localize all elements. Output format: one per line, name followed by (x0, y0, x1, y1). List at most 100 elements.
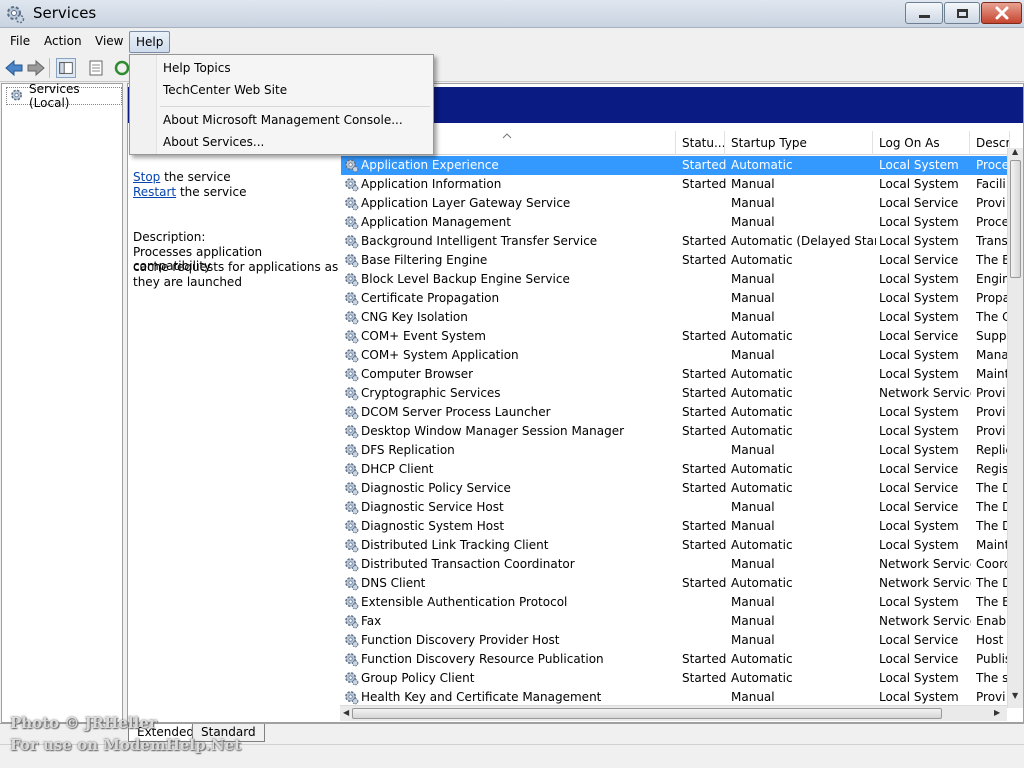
description-label: Description: (133, 230, 206, 244)
console-tree-icon[interactable] (56, 58, 76, 78)
service-startup-type: Automatic (731, 538, 793, 552)
service-row[interactable]: Application Management Manual Local System… (341, 213, 1008, 232)
gear-icon (345, 235, 359, 249)
service-row[interactable]: Background Intelligent Transfer Service S… (341, 232, 1008, 251)
menu-item-help-topics[interactable]: Help Topics (163, 58, 428, 78)
menu-action[interactable]: Action (38, 31, 88, 53)
vertical-scroll-thumb[interactable] (1010, 160, 1021, 278)
service-row[interactable]: Diagnostic System Host Started Manual Local… (341, 517, 1008, 536)
service-row[interactable]: Block Level Backup Engine Service Manual L… (341, 270, 1008, 289)
service-startup-type: Manual (731, 557, 775, 571)
service-row[interactable]: Function Discovery Provider Host Manual Lo… (341, 631, 1007, 650)
service-status: Started (682, 538, 727, 552)
close-icon (995, 6, 1008, 20)
gear-icon (345, 368, 359, 382)
services-pane: Stop the service Restart the service Des… (127, 83, 1024, 723)
gear-icon (345, 425, 359, 439)
service-log-on-as: Local Service (879, 196, 959, 210)
service-log-on-as: Local System (879, 595, 959, 609)
service-row[interactable]: COM+ System Application Manual Local Syste… (341, 346, 1008, 365)
service-startup-type: Manual (731, 614, 775, 628)
menu-item-techcenter-web-site[interactable]: TechCenter Web Site (163, 80, 428, 100)
service-name: DFS Replication (361, 443, 455, 457)
service-row[interactable]: Fax Manual Network Service Enabl (341, 612, 1008, 631)
horizontal-scroll-thumb[interactable] (352, 708, 942, 719)
maximize-button[interactable] (944, 2, 980, 24)
stop-service-link[interactable]: Stop (133, 170, 160, 184)
service-row[interactable]: Extensible Authentication Protocol Manual… (341, 593, 1008, 612)
service-row[interactable]: Base Filtering Engine Started Automatic Loc… (341, 251, 1008, 270)
service-row[interactable]: Application Information Started Manual Loca… (341, 175, 1007, 194)
service-status: Started (682, 367, 727, 381)
minimize-button[interactable] (905, 2, 943, 24)
service-startup-type: Manual (731, 196, 775, 210)
column-header-log-on-as[interactable]: Log On As (873, 131, 970, 155)
service-row[interactable]: Distributed Transaction Coordinator Manua… (341, 555, 1008, 574)
back-arrow-icon[interactable] (4, 58, 24, 78)
menu-view[interactable]: View (89, 31, 129, 53)
service-description: The D (976, 500, 1008, 514)
service-row[interactable]: Computer Browser Started Automatic Local Sy… (341, 365, 1008, 384)
services-window: Services File Action View Help Services … (0, 0, 1024, 768)
menu-file[interactable]: File (4, 31, 36, 53)
maximize-icon (956, 8, 968, 18)
service-description: Proce (976, 215, 1008, 229)
service-row[interactable]: DNS Client Started Automatic Network Servic… (341, 574, 1008, 593)
gear-icon (345, 406, 359, 420)
service-row[interactable]: COM+ Event System Started Automatic Local S… (341, 327, 1008, 346)
service-row[interactable]: Group Policy Client Started Automatic Local… (341, 669, 1008, 688)
service-name: DHCP Client (361, 462, 434, 476)
service-row[interactable]: CNG Key Isolation Manual Local System The C (341, 308, 1008, 327)
service-name: Distributed Transaction Coordinator (361, 557, 575, 571)
service-row[interactable]: Diagnostic Service Host Manual Local Servi… (341, 498, 1008, 517)
service-status (682, 612, 727, 631)
service-status (682, 593, 727, 612)
column-header-status[interactable]: Statu... (676, 131, 725, 155)
column-header-description[interactable]: Descr (970, 131, 1010, 155)
service-row[interactable]: Diagnostic Policy Service Started Automati… (341, 479, 1008, 498)
forward-arrow-icon[interactable] (26, 58, 46, 78)
service-startup-type: Manual (731, 500, 775, 514)
service-status: Started (682, 158, 727, 172)
properties-icon[interactable] (86, 58, 106, 78)
restart-service-link[interactable]: Restart (133, 185, 176, 199)
scroll-down-icon[interactable]: ▼ (1012, 691, 1018, 700)
scroll-right-icon[interactable]: ▶ (994, 708, 1000, 717)
menu-help[interactable]: Help (129, 31, 171, 53)
title-bar[interactable]: Services (0, 0, 1024, 28)
service-row[interactable]: Distributed Link Tracking Client Started A… (341, 536, 1008, 555)
service-row[interactable]: DHCP Client Started Automatic Local Service… (341, 460, 1008, 479)
service-row[interactable]: Application Layer Gateway Service Manual L… (341, 194, 1007, 213)
scroll-up-icon[interactable]: ▲ (1012, 147, 1018, 156)
service-description: The B (976, 253, 1008, 267)
service-name: Block Level Backup Engine Service (361, 272, 570, 286)
scroll-left-icon[interactable]: ◀ (343, 708, 349, 717)
service-row[interactable]: DFS Replication Manual Local System Replic (341, 441, 1008, 460)
service-row[interactable]: Desktop Window Manager Session Manager St… (341, 422, 1007, 441)
service-log-on-as: Network Service (879, 576, 971, 590)
service-status (682, 289, 727, 308)
watermark: Photo © JRHeller For use on ModemHelp.Ne… (10, 712, 330, 756)
service-status (682, 631, 727, 650)
tree-item-services-local[interactable]: Services (Local) (6, 82, 122, 110)
service-row[interactable]: Certificate Propagation Manual Local Syste… (341, 289, 1008, 308)
service-startup-type: Manual (731, 291, 775, 305)
service-row[interactable]: Function Discovery Resource Publication S… (341, 650, 1008, 669)
vertical-scrollbar[interactable]: ▲ ▼ (1007, 147, 1023, 708)
service-log-on-as: Local System (879, 405, 959, 419)
gear-icon (345, 463, 359, 477)
gear-icon (345, 558, 359, 572)
horizontal-scrollbar[interactable]: ◀ ▶ (340, 705, 1007, 721)
service-name: Diagnostic System Host (361, 519, 505, 533)
service-row[interactable]: Application Experience Started Automatic Lo… (341, 156, 1008, 175)
close-button[interactable] (981, 2, 1022, 24)
column-header-startup-type[interactable]: Startup Type (725, 131, 873, 155)
service-name: Distributed Link Tracking Client (361, 538, 549, 552)
service-description: Provi (976, 196, 1006, 210)
menu-item-about-services[interactable]: About Services... (163, 132, 428, 152)
menu-item-about-mmc[interactable]: About Microsoft Management Console... (163, 110, 428, 130)
service-status: Started (682, 386, 727, 400)
service-log-on-as: Local System (879, 538, 959, 552)
service-row[interactable]: Cryptographic Services Started Automatic Ne… (341, 384, 1007, 403)
service-row[interactable]: DCOM Server Process Launcher Started Autom… (341, 403, 1007, 422)
